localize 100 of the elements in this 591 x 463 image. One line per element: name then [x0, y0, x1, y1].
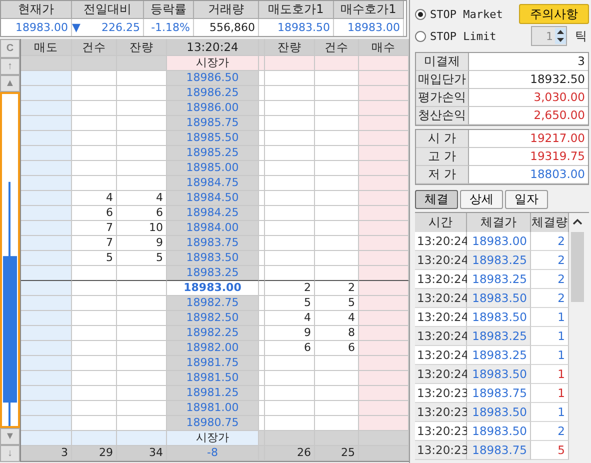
- total-value: 34: [117, 446, 167, 461]
- trade-quantity: 2: [531, 270, 569, 289]
- table-cell: [72, 386, 117, 401]
- trade-time: 13:20:24: [415, 346, 467, 365]
- total-value: 3: [21, 446, 72, 461]
- table-cell: [359, 326, 409, 341]
- table-cell: [359, 251, 409, 266]
- column-header: 건수: [72, 39, 117, 56]
- table-cell: [72, 371, 117, 386]
- column-header: 건수: [315, 39, 359, 56]
- table-cell: [359, 356, 409, 371]
- table-cell: [265, 251, 315, 266]
- scroll-button[interactable]: ▼: [0, 428, 20, 445]
- table-cell: [359, 161, 409, 176]
- table-cell: [315, 101, 359, 116]
- radio-button[interactable]: [415, 30, 426, 42]
- table-cell: [359, 296, 409, 311]
- sell-count: 5: [72, 251, 117, 266]
- tab[interactable]: 체결: [415, 190, 458, 209]
- table-cell: [117, 401, 167, 416]
- summary-value: 18983.00: [16, 20, 68, 36]
- field-value: 19217.00: [469, 130, 588, 148]
- c-button[interactable]: C: [0, 39, 20, 58]
- table-cell: [21, 191, 72, 206]
- table-cell: [315, 236, 359, 251]
- trade-price: 18983.50: [467, 289, 531, 308]
- scroll-button[interactable]: ↓: [0, 445, 20, 462]
- trade-price: 18983.75: [467, 384, 531, 403]
- price-level: 18981.25: [167, 386, 259, 401]
- price-level: 18982.75: [167, 296, 259, 311]
- trade-price: 18983.25: [467, 346, 531, 365]
- table-cell: [21, 311, 72, 326]
- table-cell: [21, 236, 72, 251]
- table-cell: [117, 296, 167, 311]
- table-cell: [359, 341, 409, 356]
- trade-time: 13:20:24: [415, 251, 467, 270]
- table-cell: [117, 356, 167, 371]
- total-value: 26: [265, 446, 315, 461]
- table-cell: [21, 71, 72, 86]
- price-level: 18984.50: [167, 191, 259, 206]
- trade-price: 18983.25: [467, 251, 531, 270]
- field-value: 18803.00: [469, 166, 588, 184]
- table-cell: [359, 266, 409, 281]
- buy-quantity: 5: [265, 296, 315, 311]
- buy-count: 2: [315, 281, 359, 296]
- table-cell: [265, 86, 315, 101]
- table-cell: [72, 401, 117, 416]
- table-cell: [315, 251, 359, 266]
- table-cell: [21, 431, 72, 446]
- table-cell: [117, 161, 167, 176]
- trade-price: 18983.50: [467, 422, 531, 441]
- table-cell: [21, 341, 72, 356]
- table-cell: [265, 371, 315, 386]
- buy-count: 8: [315, 326, 359, 341]
- table-cell: [21, 101, 72, 116]
- summary-value: 556,860: [210, 20, 255, 36]
- sell-count: 7: [72, 236, 117, 251]
- notice-button[interactable]: 주의사항: [519, 4, 589, 24]
- price-level: 18986.50: [167, 71, 259, 86]
- table-cell: [21, 251, 72, 266]
- table-cell: [117, 431, 167, 446]
- table-cell: [21, 416, 72, 431]
- market-price-label: 시장가: [167, 431, 259, 446]
- table-cell: [72, 296, 117, 311]
- field-value: 18932.50: [469, 71, 588, 89]
- table-cell: [265, 71, 315, 86]
- table-cell: [359, 86, 409, 101]
- scroll-thumb[interactable]: [571, 232, 584, 302]
- table-cell: [117, 146, 167, 161]
- table-cell: [72, 356, 117, 371]
- scroll-button[interactable]: ↑: [0, 58, 20, 75]
- table-cell: [265, 266, 315, 281]
- table-cell: [315, 146, 359, 161]
- scroll-button[interactable]: ▲: [0, 75, 20, 92]
- tab[interactable]: 일자: [505, 190, 548, 209]
- total-value: 29: [72, 446, 117, 461]
- trade-quantity: 5: [531, 441, 569, 460]
- table-cell: [72, 161, 117, 176]
- table-cell: [117, 71, 167, 86]
- tab[interactable]: 상세: [460, 190, 503, 209]
- price-level: 18984.25: [167, 206, 259, 221]
- table-cell: [359, 311, 409, 326]
- trade-quantity: 2: [531, 232, 569, 251]
- table-cell: [72, 281, 117, 296]
- radio-label: STOP Market: [430, 8, 503, 20]
- table-cell: [117, 416, 167, 431]
- table-cell: [72, 86, 117, 101]
- table-cell: [72, 146, 117, 161]
- buy-quantity: 2: [265, 281, 315, 296]
- table-cell: [117, 131, 167, 146]
- radio-button[interactable]: [415, 8, 426, 20]
- field-label: 미결제: [416, 53, 469, 71]
- price-level: 18984.75: [167, 176, 259, 191]
- table-cell: [315, 401, 359, 416]
- trade-price: 18983.50: [467, 365, 531, 384]
- table-cell: [315, 221, 359, 236]
- tick-spinner[interactable]: 1: [531, 26, 567, 46]
- column-header: 거래량: [194, 1, 259, 19]
- table-cell: [72, 131, 117, 146]
- price-level: 18986.25: [167, 86, 259, 101]
